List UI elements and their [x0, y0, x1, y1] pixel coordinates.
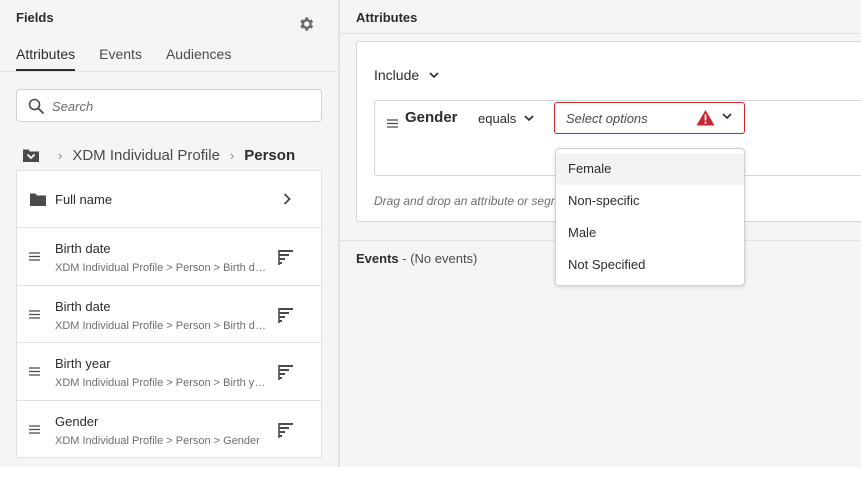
- list-item[interactable]: Gender XDM Individual Profile > Person >…: [17, 401, 321, 459]
- list-item-folder[interactable]: Full name: [17, 171, 321, 228]
- menu-item-non-specific[interactable]: Non-specific: [556, 185, 744, 217]
- distribution-icon[interactable]: [278, 249, 294, 266]
- search-icon: [28, 98, 44, 114]
- attribute-name: Birth year: [55, 356, 111, 371]
- chevron-down-icon: [524, 115, 534, 122]
- include-label: Include: [374, 67, 420, 83]
- attribute-name: Birth date: [55, 241, 111, 256]
- fields-panel: Fields Attributes Events Audiences › XDM…: [0, 0, 338, 467]
- alert-icon: [696, 110, 715, 126]
- attribute-path: XDM Individual Profile > Person > Gender: [55, 434, 260, 447]
- breadcrumb-item-profile[interactable]: XDM Individual Profile: [72, 147, 220, 164]
- include-dropdown[interactable]: Include: [374, 67, 439, 83]
- bottom-strip: [0, 467, 861, 478]
- field-tabs: Attributes Events Audiences: [16, 46, 255, 71]
- value-placeholder: Select options: [566, 111, 648, 126]
- drag-handle-icon[interactable]: [29, 424, 40, 434]
- distribution-icon[interactable]: [278, 364, 294, 381]
- drag-handle-icon[interactable]: [29, 252, 40, 261]
- section-divider: [340, 33, 861, 34]
- value-options-menu: Female Non-specific Male Not Specified: [555, 148, 745, 286]
- list-item[interactable]: Birth date XDM Individual Profile > Pers…: [17, 286, 321, 343]
- chevron-down-icon: [429, 71, 439, 78]
- operator-label: equals: [478, 111, 517, 126]
- list-item[interactable]: Birth year XDM Individual Profile > Pers…: [17, 343, 321, 401]
- breadcrumb-separator: ›: [58, 147, 63, 163]
- tabs-divider: [0, 71, 338, 72]
- menu-item-not-specified[interactable]: Not Specified: [556, 249, 744, 281]
- events-status: - (No events): [398, 251, 478, 266]
- chevron-down-icon: [722, 113, 732, 120]
- tab-events[interactable]: Events: [99, 46, 142, 71]
- drag-handle-icon[interactable]: [387, 119, 398, 128]
- menu-item-male[interactable]: Male: [556, 217, 744, 249]
- breadcrumb: › XDM Individual Profile › Person: [22, 144, 295, 166]
- tab-audiences[interactable]: Audiences: [166, 46, 231, 71]
- list-item[interactable]: Birth date XDM Individual Profile > Pers…: [17, 228, 321, 286]
- distribution-icon[interactable]: [278, 307, 294, 324]
- breadcrumb-item-person: Person: [244, 146, 296, 164]
- folder-label: Full name: [55, 192, 113, 207]
- events-label: Events: [356, 251, 399, 266]
- breadcrumb-separator: ›: [229, 147, 235, 163]
- menu-item-female[interactable]: Female: [556, 153, 744, 185]
- rule-attribute-name: Gender: [405, 109, 458, 126]
- attributes-section-title: Attributes: [356, 10, 418, 25]
- drag-handle-icon[interactable]: [29, 367, 40, 376]
- fields-panel-title: Fields: [16, 10, 54, 25]
- attribute-name: Gender: [55, 413, 99, 429]
- search-box: [16, 89, 322, 122]
- gear-icon[interactable]: [297, 15, 315, 33]
- attribute-path: XDM Individual Profile > Person > Birth …: [55, 377, 267, 389]
- drop-hint: Drag and drop an attribute or segment: [374, 194, 564, 208]
- tab-attributes[interactable]: Attributes: [16, 46, 76, 71]
- folder-icon: [30, 193, 46, 206]
- events-section-title: Events - (No events): [356, 251, 477, 266]
- distribution-icon[interactable]: [278, 422, 294, 439]
- drag-handle-icon[interactable]: [29, 309, 40, 319]
- search-input[interactable]: [52, 96, 312, 116]
- attribute-name: Birth date: [55, 298, 111, 314]
- attribute-path: XDM Individual Profile > Person > Birth …: [55, 262, 267, 274]
- chevron-right-icon[interactable]: [282, 192, 292, 206]
- folder-down-icon[interactable]: [22, 148, 40, 163]
- attribute-list: Full name Birth date XDM Individual Prof…: [16, 170, 322, 458]
- value-picker[interactable]: Select options: [554, 102, 745, 134]
- attribute-path: XDM Individual Profile > Person > Birth …: [55, 319, 267, 332]
- operator-dropdown[interactable]: equals: [478, 111, 534, 126]
